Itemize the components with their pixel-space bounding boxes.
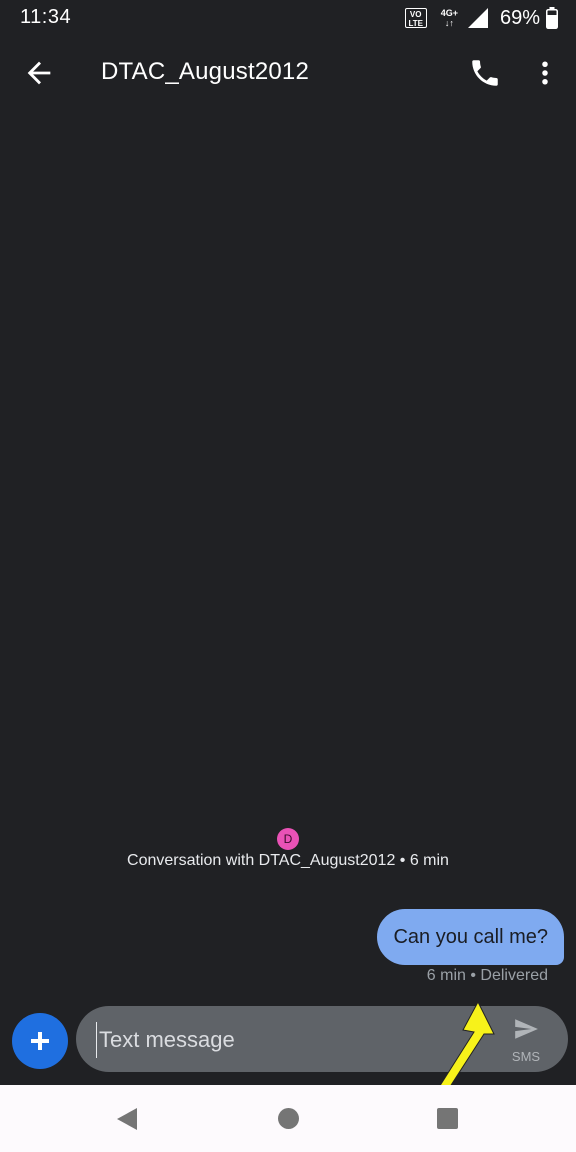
plus-icon [31, 1032, 49, 1050]
message-bubble[interactable]: Can you call me? [377, 909, 564, 965]
app-bar: DTAC_August2012 [0, 40, 576, 106]
status-icons: VO LTE 4G+ ↓↑ 69% [404, 5, 558, 31]
more-options-icon[interactable] [530, 56, 560, 90]
nav-back-icon[interactable] [115, 1107, 139, 1131]
nav-recents-icon[interactable] [437, 1108, 458, 1129]
battery-icon [546, 7, 558, 29]
message-input[interactable] [96, 1022, 441, 1058]
message-status: 6 min • Delivered [426, 967, 548, 984]
messages-screen: 11:34 VO LTE 4G+ ↓↑ 69% DTAC_August2012 … [0, 0, 576, 1152]
network-type-label: 4G+ [440, 8, 458, 18]
volte-top-label: VO [409, 10, 422, 19]
nav-home-icon[interactable] [278, 1108, 299, 1129]
system-navigation-bar [0, 1085, 576, 1152]
send-icon [515, 1019, 538, 1039]
send-sms-label: SMS [511, 1049, 541, 1064]
conversation-header: Conversation with DTAC_August2012 • 6 mi… [127, 852, 449, 869]
contact-avatar[interactable]: D [277, 828, 299, 850]
signal-icon [467, 8, 488, 28]
add-attachment-button[interactable] [12, 1013, 68, 1069]
volte-bottom-label: LTE [408, 19, 423, 28]
send-button[interactable]: SMS [504, 1016, 548, 1064]
data-arrows-icon: ↓↑ [444, 18, 454, 28]
back-arrow-icon[interactable] [22, 56, 56, 90]
battery-percentage: 69% [499, 6, 540, 29]
phone-call-icon[interactable] [468, 56, 502, 90]
volte-icon: VO LTE [404, 8, 427, 28]
network-type-icon: 4G+ ↓↑ [441, 8, 458, 28]
status-time: 11:34 [20, 6, 72, 28]
status-bar: 11:34 VO LTE 4G+ ↓↑ 69% [0, 0, 576, 36]
conversation-title: DTAC_August2012 [101, 58, 310, 85]
